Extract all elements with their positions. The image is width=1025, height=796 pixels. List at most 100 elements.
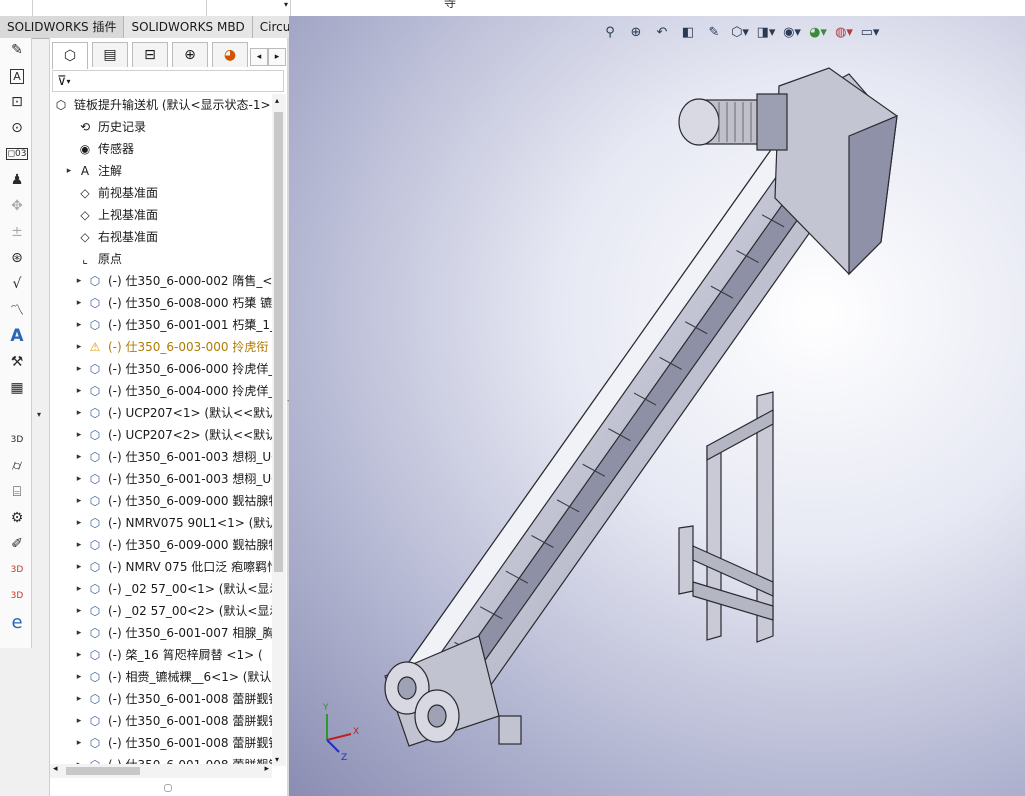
tree-horizontal-scrollbar[interactable]: ◂ ▸: [50, 764, 272, 778]
expand-arrow-icon[interactable]: ▸: [74, 380, 84, 402]
expand-arrow-icon[interactable]: ▸: [74, 622, 84, 644]
graphics-viewport[interactable]: ⚲ ⊕ ↶ ◧ ✎ ⬡▾ ◨▾ ◉▾ ◕▾ ◍▾ ▭▾ Y X Z: [289, 16, 1025, 796]
tree-item[interactable]: ▸ ⬡ (-) 仕350_6-006-000 拎虎佯_忮: [74, 358, 282, 380]
tab-solidworks-mbd[interactable]: SOLIDWORKS MBD: [124, 16, 253, 39]
expand-arrow-icon[interactable]: ▸: [74, 512, 84, 534]
panel-resize-grip[interactable]: [164, 784, 172, 792]
tree-item[interactable]: ▸ ⬡ (-) UCP207<1> (默认<<默认>: [74, 402, 282, 424]
tab-configuration-manager[interactable]: ⊟: [132, 42, 168, 67]
expand-arrow-icon[interactable]: ▸: [74, 666, 84, 688]
gear-dot-icon[interactable]: ⚙: [6, 508, 28, 528]
expand-arrow-icon[interactable]: ▸: [74, 732, 84, 754]
tab-display-manager[interactable]: ◕: [212, 42, 248, 67]
wrench-icon[interactable]: ⚒: [6, 352, 28, 372]
expand-arrow-icon[interactable]: ▸: [74, 270, 84, 292]
tree-vertical-scrollbar[interactable]: ▴ ▾: [272, 94, 286, 766]
expand-arrow-icon[interactable]: ▸: [74, 336, 84, 358]
tree-item[interactable]: ▸ ⬡ (-) NMRV 075 仳口泛 疱嚓羁怍: [74, 556, 282, 578]
expand-arrow-icon[interactable]: ▸: [74, 644, 84, 666]
tree-item[interactable]: ⟲ 历史记录: [64, 116, 282, 138]
tree-item[interactable]: ▸ ⬡ (-) 仕350_6-009-000 觐祜腺牝<: [74, 490, 282, 512]
tree-item[interactable]: ▸ A 注解: [64, 160, 282, 182]
tree-item[interactable]: ▸ ⬡ (-) 仕350_6-000-002 隋售_<1>: [74, 270, 282, 292]
panel-tab-left-arrow[interactable]: ◂: [250, 48, 268, 66]
expand-arrow-icon[interactable]: ▸: [74, 446, 84, 468]
zoom-check-icon[interactable]: ⊛: [6, 248, 28, 268]
expand-arrow-icon[interactable]: ▸: [74, 688, 84, 710]
fastener-icon[interactable]: ⊙: [6, 118, 28, 138]
horizontal-scroll-thumb[interactable]: [66, 767, 140, 775]
expand-arrow-icon[interactable]: ▸: [74, 534, 84, 556]
expand-arrow-icon[interactable]: ▸: [74, 556, 84, 578]
bracket-icon[interactable]: ⌸: [6, 482, 28, 502]
conveyor-3d-model[interactable]: Y X Z: [289, 16, 1025, 796]
sketch-weld-icon[interactable]: ✎: [6, 40, 28, 60]
add-icon[interactable]: ±: [6, 222, 28, 242]
scroll-up-arrow[interactable]: ▴: [275, 96, 279, 105]
tree-item[interactable]: ▸ ⬡ (-) 仕350_6-008-000 朽橥 镳枢: [74, 292, 282, 314]
text-box-icon[interactable]: A: [6, 66, 28, 86]
tree-item[interactable]: ◇ 右视基准面: [64, 226, 282, 248]
scroll-down-arrow[interactable]: ▾: [275, 755, 279, 764]
tree-item[interactable]: ▸ ⬡ (-) 仕350_6-001-003 想栩_UCP: [74, 468, 282, 490]
scroll-right-arrow[interactable]: ▸: [264, 764, 269, 774]
table-dropdown-icon[interactable]: ▾: [34, 404, 44, 424]
part-icon: ⬡: [89, 560, 101, 574]
tree-item[interactable]: ▸ ⬡ (-) 仕350_6-001-008 蕾胼觐铝钅: [74, 710, 282, 732]
expand-arrow-icon[interactable]: ▸: [74, 710, 84, 732]
tree-item[interactable]: ▸ ⬡ (-) NMRV075 90L1<1> (默认<: [74, 512, 282, 534]
3d-pdf-icon-2[interactable]: 3D: [6, 586, 28, 606]
tree-item[interactable]: ▸ ⬡ (-) _02 57_00<2> (默认<显示状: [74, 600, 282, 622]
tree-item[interactable]: ▸ ⬡ (-) 仕350_6-001-003 想栩_UCP: [74, 446, 282, 468]
expand-arrow-icon[interactable]: ▸: [64, 160, 74, 182]
check-icon[interactable]: √: [6, 274, 28, 294]
expand-arrow-icon[interactable]: ▸: [74, 600, 84, 622]
counter-icon[interactable]: ◻03: [5, 144, 29, 164]
tree-item[interactable]: ▸ ⚠ (-) 仕350_6-003-000 拎虎衔: [74, 336, 282, 358]
expand-arrow-icon[interactable]: ▸: [74, 358, 84, 380]
expand-arrow-icon[interactable]: ▸: [74, 490, 84, 512]
tree-item[interactable]: ⌞ 原点: [64, 248, 282, 270]
support-frame: [678, 391, 774, 643]
tab-property-manager[interactable]: ▤: [92, 42, 128, 67]
tree-item[interactable]: ▸ ⬡ (-) 仕350_6-009-000 觐祜腺牝_: [74, 534, 282, 556]
3d-pdf-icon[interactable]: 3D: [6, 560, 28, 580]
3d-view-icon[interactable]: 3D: [6, 430, 28, 450]
expand-arrow-icon[interactable]: ▸: [74, 424, 84, 446]
tab-solidworks-addins[interactable]: SOLIDWORKS 插件: [0, 16, 125, 39]
tree-item[interactable]: ▸ ⬡ (-) 棨_16 筲咫梓屙替 <1> (: [74, 644, 282, 666]
tab-dimxpert-manager[interactable]: ⊕: [172, 42, 208, 67]
tool-a-icon[interactable]: ✐: [6, 534, 28, 554]
move-icon[interactable]: ✥: [6, 196, 28, 216]
tree-item[interactable]: ▸ ⬡ (-) _02 57_00<1> (默认<显示状: [74, 578, 282, 600]
tree-root-assembly[interactable]: ⬡ 链板提升输送机 (默认<显示状态-1>: [52, 94, 280, 116]
expand-arrow-icon[interactable]: ▸: [74, 578, 84, 600]
tab-feature-manager[interactable]: ⬡: [52, 42, 88, 69]
table-icon[interactable]: ▦: [6, 378, 28, 398]
scroll-left-arrow[interactable]: ◂: [53, 764, 58, 774]
tree-item[interactable]: ▸ ⬡ (-) 仕350_6-001-007 相腺_胸<: [74, 622, 282, 644]
rivet-icon[interactable]: ⊡: [6, 92, 28, 112]
top-strip-dropdown[interactable]: ▾: [206, 0, 291, 16]
annotate-a-icon[interactable]: A: [6, 326, 28, 346]
tree-item[interactable]: ▸ ⬡ (-) 仕350_6-004-000 拎虎佯_忮: [74, 380, 282, 402]
expand-arrow-icon[interactable]: ▸: [74, 314, 84, 336]
tree-item[interactable]: ▸ ⬡ (-) 仕350_6-001-008 蕾胼觐铝钅: [74, 688, 282, 710]
people-icon[interactable]: ♟: [6, 170, 28, 190]
edrawings-e-icon[interactable]: e: [6, 612, 28, 633]
filter-icon[interactable]: ⊽: [57, 74, 67, 89]
graph-icon[interactable]: 〽: [6, 300, 28, 320]
panel-tab-right-arrow[interactable]: ▸: [268, 48, 286, 66]
tree-item[interactable]: ◇ 上视基准面: [64, 204, 282, 226]
expand-arrow-icon[interactable]: ▸: [74, 468, 84, 490]
tree-item[interactable]: ▸ ⬡ (-) 仕350_6-001-001 朽橥_1_姞: [74, 314, 282, 336]
vertical-scroll-thumb[interactable]: [274, 112, 283, 572]
tree-item[interactable]: ▸ ⬡ (-) UCP207<2> (默认<<默认>_: [74, 424, 282, 446]
expand-arrow-icon[interactable]: ▸: [74, 402, 84, 424]
tree-item[interactable]: ▸ ⬡ (-) 仕350_6-001-008 蕾胼觐铝钅: [74, 732, 282, 754]
expand-arrow-icon[interactable]: ▸: [74, 292, 84, 314]
cylinder-icon[interactable]: ⌭: [6, 456, 28, 476]
tree-item[interactable]: ◉ 传感器: [64, 138, 282, 160]
tree-item[interactable]: ▸ ⬡ (-) 相赍_镳械粿__6<1> (默认<显: [74, 666, 282, 688]
tree-item[interactable]: ◇ 前视基准面: [64, 182, 282, 204]
